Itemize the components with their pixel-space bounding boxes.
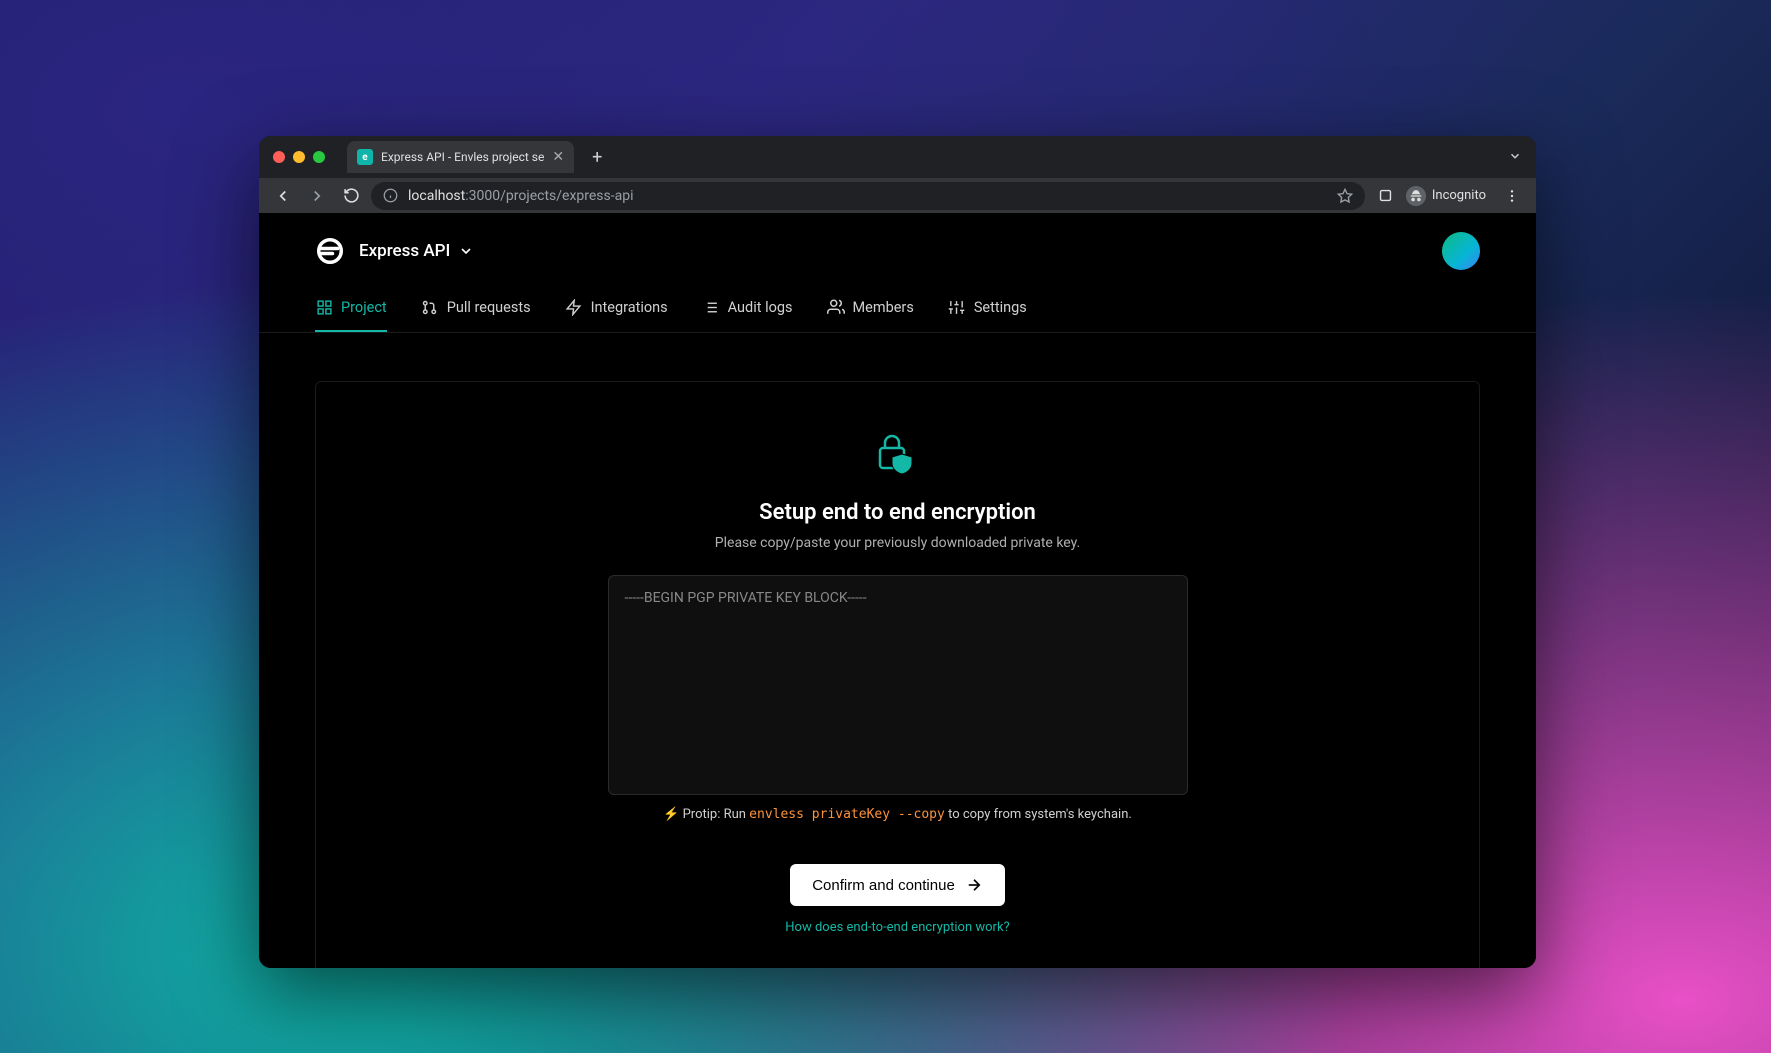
browser-tab[interactable]: e Express API - Envles project se ✕	[347, 141, 574, 173]
app-header: Express API	[259, 214, 1536, 270]
encryption-help-link[interactable]: How does end-to-end encryption work?	[785, 920, 1009, 935]
project-switcher[interactable]: Express API	[359, 241, 474, 261]
card-subtitle: Please copy/paste your previously downlo…	[715, 535, 1080, 551]
project-name: Express API	[359, 241, 450, 261]
tab-project[interactable]: Project	[315, 298, 387, 332]
protip-text: ⚡ Protip: Run envless privateKey --copy …	[663, 807, 1132, 822]
tab-label: Pull requests	[447, 299, 531, 316]
tab-label: Project	[341, 299, 387, 316]
confirm-continue-button[interactable]: Confirm and continue	[790, 864, 1005, 906]
chevron-down-icon	[458, 243, 474, 259]
app-logo[interactable]	[315, 236, 345, 266]
tab-favicon: e	[357, 149, 373, 165]
bolt-emoji-icon: ⚡	[663, 807, 679, 822]
close-tab-button[interactable]: ✕	[552, 149, 564, 165]
users-icon	[827, 298, 845, 316]
tab-label: Integrations	[591, 299, 668, 316]
close-window-button[interactable]	[273, 151, 285, 163]
back-button[interactable]	[269, 182, 297, 210]
tab-title: Express API - Envles project se	[381, 150, 544, 164]
arrow-right-icon	[965, 876, 983, 894]
incognito-badge: Incognito	[1406, 186, 1486, 206]
browser-tab-bar: e Express API - Envles project se ✕ +	[259, 136, 1536, 178]
pull-request-icon	[421, 298, 439, 316]
address-bar[interactable]: localhost:3000/projects/express-api	[371, 182, 1365, 210]
extensions-icon[interactable]	[1377, 187, 1394, 204]
window-controls	[273, 151, 325, 163]
bolt-icon	[565, 298, 583, 316]
tab-settings[interactable]: Settings	[948, 298, 1027, 332]
reload-button[interactable]	[337, 182, 365, 210]
protip-command: envless privateKey --copy	[749, 807, 945, 822]
forward-button[interactable]	[303, 182, 331, 210]
tab-integrations[interactable]: Integrations	[565, 298, 668, 332]
lock-shield-icon	[874, 430, 922, 482]
private-key-input[interactable]	[608, 575, 1188, 795]
maximize-window-button[interactable]	[313, 151, 325, 163]
tab-members[interactable]: Members	[827, 298, 914, 332]
card-title: Setup end to end encryption	[759, 500, 1036, 525]
browser-window: e Express API - Envles project se ✕ + lo…	[259, 136, 1536, 968]
browser-toolbar: localhost:3000/projects/express-api Inco…	[259, 178, 1536, 214]
encryption-setup-card: Setup end to end encryption Please copy/…	[315, 381, 1480, 968]
tab-label: Members	[853, 299, 914, 316]
url-text: localhost:3000/projects/express-api	[408, 188, 634, 204]
browser-menu-button[interactable]	[1498, 182, 1526, 210]
tab-label: Audit logs	[728, 299, 793, 316]
tab-pull-requests[interactable]: Pull requests	[421, 298, 531, 332]
list-icon	[702, 298, 720, 316]
user-avatar[interactable]	[1442, 232, 1480, 270]
tabs-menu-button[interactable]	[1508, 148, 1522, 167]
app-content: Express API Project Pull requests	[259, 214, 1536, 968]
tab-audit-logs[interactable]: Audit logs	[702, 298, 793, 332]
star-icon[interactable]	[1337, 188, 1353, 204]
tabs-nav: Project Pull requests Integrations Audit…	[259, 270, 1536, 333]
minimize-window-button[interactable]	[293, 151, 305, 163]
new-tab-button[interactable]: +	[586, 147, 608, 168]
tab-label: Settings	[974, 299, 1027, 316]
sliders-icon	[948, 298, 966, 316]
grid-icon	[315, 298, 333, 316]
info-icon	[383, 188, 398, 203]
incognito-icon	[1406, 186, 1426, 206]
